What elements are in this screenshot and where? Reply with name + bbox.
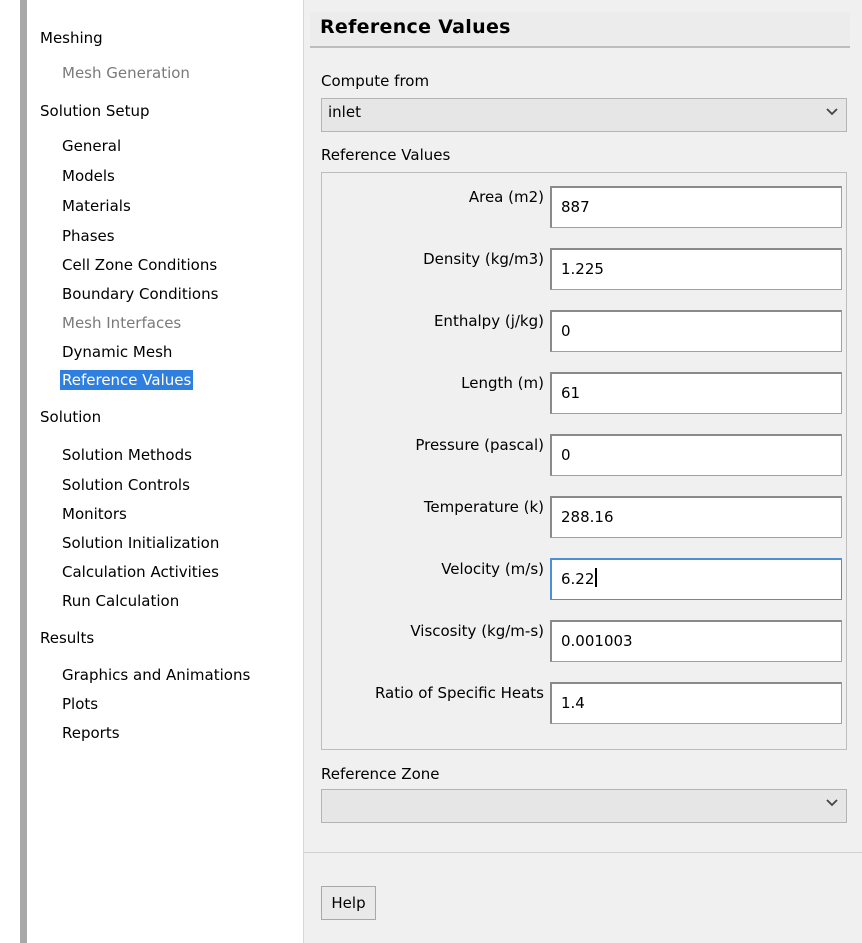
nav-item-reports[interactable]: Reports	[62, 723, 120, 743]
nav-item-monitors[interactable]: Monitors	[62, 504, 127, 524]
nav-item-reference-values[interactable]: Reference Values	[60, 370, 194, 390]
help-button[interactable]: Help	[321, 886, 376, 920]
reference-zone-label: Reference Zone	[321, 765, 440, 783]
reference-zone-dropdown[interactable]	[321, 789, 847, 823]
ratio-of-specific-heats-label: Ratio of Specific Heats	[374, 684, 544, 702]
nav-group-results[interactable]: Results	[40, 628, 94, 648]
nav-item-mesh-generation[interactable]: Mesh Generation	[62, 63, 190, 83]
temperature-input[interactable]: 288.16	[550, 496, 842, 538]
length-label: Length (m)	[461, 374, 544, 392]
nav-item-calculation-activities[interactable]: Calculation Activities	[62, 562, 219, 582]
pressure-label: Pressure (pascal)	[415, 436, 544, 454]
nav-item-boundary-conditions[interactable]: Boundary Conditions	[62, 284, 218, 304]
compute-from-label: Compute from	[321, 72, 430, 90]
nav-item-materials[interactable]: Materials	[62, 196, 131, 216]
nav-item-solution-initialization[interactable]: Solution Initialization	[62, 533, 219, 553]
nav-item-mesh-interfaces[interactable]: Mesh Interfaces	[62, 313, 181, 333]
nav-item-cell-zone-conditions[interactable]: Cell Zone Conditions	[62, 255, 217, 275]
enthalpy-label: Enthalpy (j/kg)	[433, 312, 544, 330]
nav-item-phases[interactable]: Phases	[62, 226, 115, 246]
window-edge	[20, 0, 27, 943]
nav-item-run-calculation[interactable]: Run Calculation	[62, 591, 179, 611]
nav-item-models[interactable]: Models	[62, 166, 115, 186]
reference-values-group-label: Reference Values	[321, 146, 451, 164]
nav-item-solution-controls[interactable]: Solution Controls	[62, 475, 190, 495]
enthalpy-input[interactable]: 0	[550, 310, 842, 352]
velocity-input[interactable]: 6.22	[550, 558, 842, 600]
length-input[interactable]: 61	[550, 372, 842, 414]
velocity-value: 6.22	[561, 570, 595, 588]
nav-item-plots[interactable]: Plots	[62, 694, 98, 714]
area-label: Area (m2)	[468, 188, 544, 206]
density-label: Density (kg/m3)	[423, 250, 544, 268]
nav-item-graphics-and-animations[interactable]: Graphics and Animations	[62, 665, 250, 685]
footer-divider	[304, 852, 862, 853]
chevron-down-icon	[826, 108, 838, 116]
compute-from-dropdown[interactable]: inlet	[321, 98, 847, 132]
nav-item-solution-methods[interactable]: Solution Methods	[62, 445, 192, 465]
nav-group-solution-setup[interactable]: Solution Setup	[40, 101, 150, 121]
compute-from-value: inlet	[328, 103, 361, 121]
ratio-of-specific-heats-input[interactable]: 1.4	[550, 682, 842, 724]
velocity-label: Velocity (m/s)	[441, 560, 544, 578]
viscosity-input[interactable]: 0.001003	[550, 620, 842, 662]
chevron-down-icon	[826, 799, 838, 807]
nav-item-general[interactable]: General	[62, 136, 121, 156]
density-input[interactable]: 1.225	[550, 248, 842, 290]
text-caret	[595, 568, 598, 587]
navigation-tree: Meshing Mesh Generation Solution Setup G…	[27, 0, 303, 943]
area-input[interactable]: 887	[550, 186, 842, 228]
panel-header: Reference Values	[310, 12, 850, 48]
pressure-input[interactable]: 0	[550, 434, 842, 476]
nav-group-solution[interactable]: Solution	[40, 407, 101, 427]
nav-group-meshing[interactable]: Meshing	[40, 28, 103, 48]
temperature-label: Temperature (k)	[423, 498, 544, 516]
panel-title: Reference Values	[320, 16, 511, 38]
viscosity-label: Viscosity (kg/m-s)	[410, 622, 544, 640]
nav-item-dynamic-mesh[interactable]: Dynamic Mesh	[62, 342, 172, 362]
